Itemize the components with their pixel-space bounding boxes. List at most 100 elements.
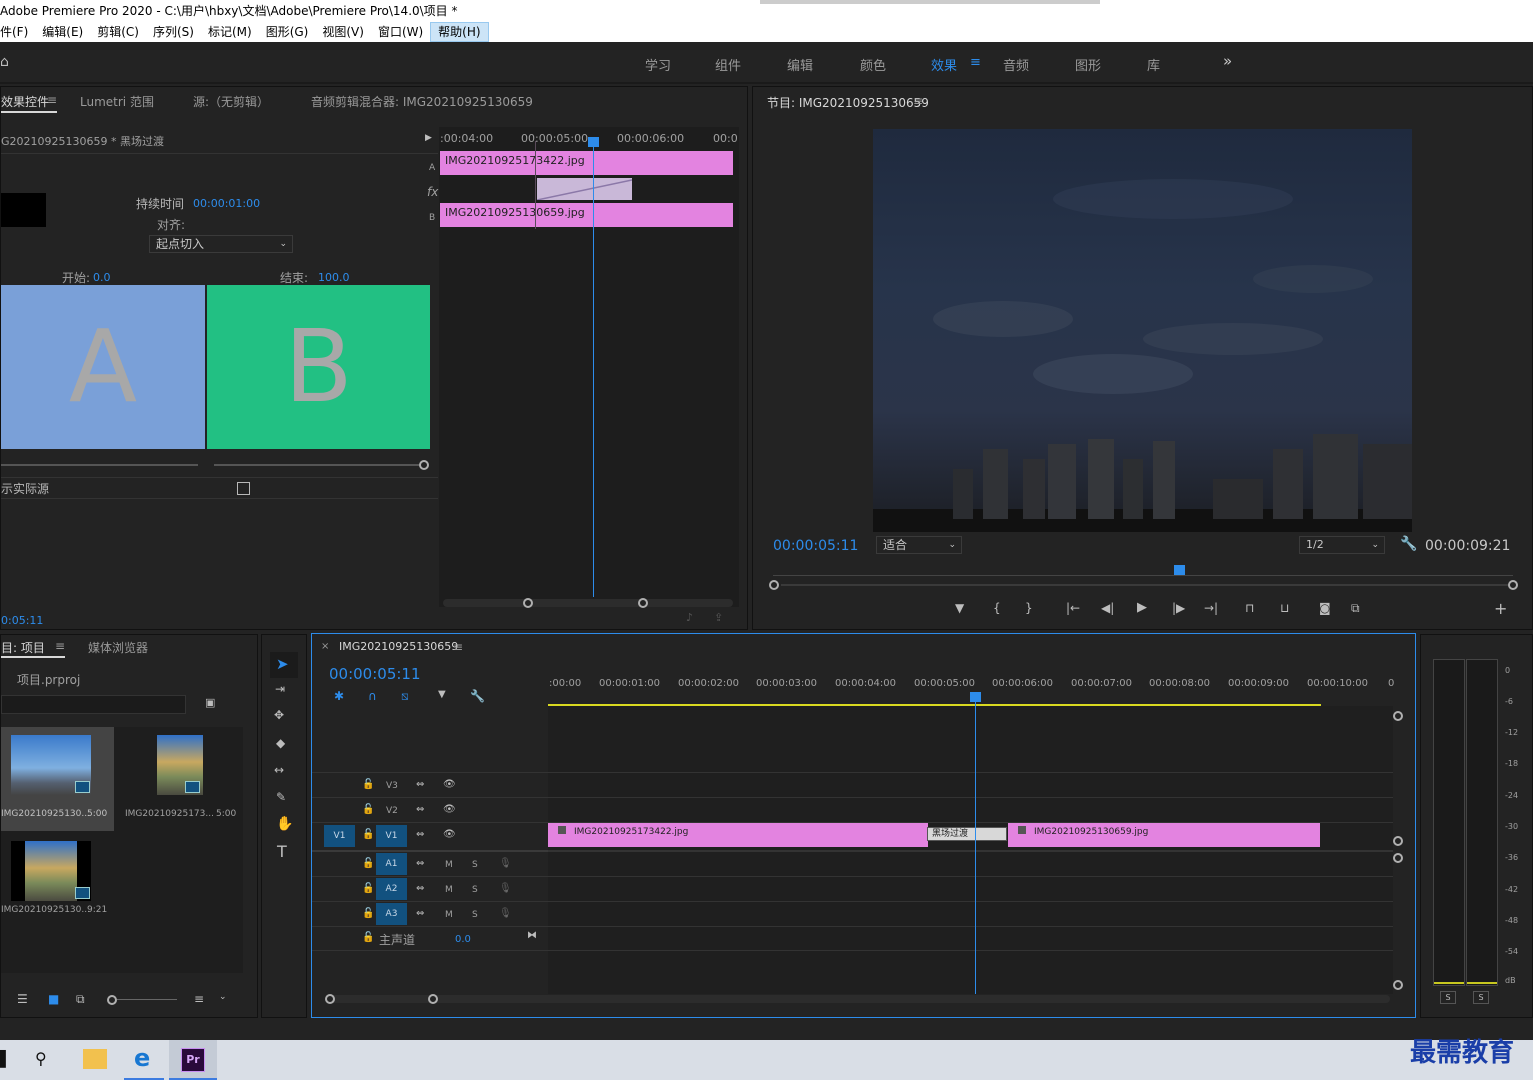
- duration-value[interactable]: 00:00:01:00: [193, 197, 260, 210]
- vscroll-bottom-handle[interactable]: [1393, 980, 1403, 990]
- lift-icon[interactable]: ⊓: [1245, 601, 1254, 615]
- add-button-icon[interactable]: +: [1494, 599, 1507, 618]
- tab-source[interactable]: 源:（无剪辑）: [193, 93, 269, 110]
- end-value[interactable]: 100.0: [318, 271, 350, 284]
- solo-button[interactable]: S: [472, 910, 478, 920]
- home-icon[interactable]: ⌂: [0, 54, 9, 70]
- program-zoom-start-handle[interactable]: [769, 580, 779, 590]
- workspace-tab-graphics[interactable]: 图形: [1075, 55, 1101, 74]
- lock-icon[interactable]: 🔓: [362, 804, 374, 815]
- chevron-down-icon[interactable]: ⌄: [219, 992, 227, 1002]
- mute-button[interactable]: M: [445, 885, 453, 895]
- go-to-end-icon[interactable]: ⧓: [527, 930, 537, 941]
- premiere-taskbar-button[interactable]: Pr: [169, 1040, 217, 1080]
- menu-graphics[interactable]: 图形(G): [259, 22, 316, 42]
- go-to-in-icon[interactable]: |←: [1066, 601, 1080, 615]
- tab-effect-controls[interactable]: 效果控件: [1, 93, 49, 110]
- add-marker-icon[interactable]: ▼: [438, 689, 446, 700]
- step-back-icon[interactable]: ◀|: [1101, 601, 1114, 615]
- track-select-tool-icon[interactable]: ⇥: [275, 682, 285, 696]
- tab-audio-clip-mixer[interactable]: 音频剪辑混合器: IMG20210925130659: [311, 93, 533, 110]
- timeline-track-area[interactable]: IMG20210925173422.jpg 黑场过渡 IMG2021092513…: [548, 700, 1393, 994]
- step-forward-icon[interactable]: |▶: [1172, 601, 1185, 615]
- end-slider-handle[interactable]: [419, 460, 429, 470]
- microphone-icon[interactable]: 🎙: [499, 883, 512, 894]
- timeline-settings-wrench-icon[interactable]: 🔧: [470, 689, 485, 703]
- workspace-tab-learn[interactable]: 学习: [645, 55, 671, 74]
- workspace-menu-icon[interactable]: ≡: [970, 55, 981, 70]
- edge-browser-icon[interactable]: e: [134, 1044, 150, 1072]
- lock-icon[interactable]: 🔓: [362, 829, 374, 840]
- tab-lumetri-scopes[interactable]: Lumetri 范围: [80, 93, 154, 110]
- mini-scroll-start-handle[interactable]: [523, 598, 533, 608]
- sort-icon[interactable]: ≡: [194, 992, 204, 1006]
- mini-scroll-end-handle[interactable]: [638, 598, 648, 608]
- workspace-tab-libraries[interactable]: 库: [1147, 55, 1160, 74]
- program-zoom-bar[interactable]: [781, 584, 1509, 586]
- track-v3-label[interactable]: V3: [386, 781, 398, 791]
- wrench-icon[interactable]: 🔧: [1400, 536, 1417, 552]
- workspace-tab-editing[interactable]: 编辑: [787, 55, 813, 74]
- mini-timeline-scrollbar[interactable]: [443, 599, 733, 607]
- mute-button[interactable]: M: [445, 910, 453, 920]
- lock-icon[interactable]: 🔓: [362, 908, 374, 919]
- solo-button[interactable]: S: [472, 885, 478, 895]
- go-to-out-icon[interactable]: →|: [1204, 601, 1218, 615]
- mini-clip-a[interactable]: IMG20210925173422.jpg: [440, 151, 733, 175]
- close-tab-icon[interactable]: ×: [321, 641, 329, 652]
- program-time-ruler[interactable]: [773, 565, 1513, 579]
- tab-media-browser[interactable]: 媒体浏览器: [88, 639, 148, 656]
- menu-file[interactable]: 件(F): [0, 22, 35, 42]
- new-bin-icon[interactable]: ▣: [205, 696, 215, 709]
- add-marker-icon[interactable]: ▼: [955, 601, 964, 615]
- panel-menu-icon[interactable]: ≡: [47, 93, 57, 107]
- mute-button[interactable]: M: [445, 860, 453, 870]
- preview-a[interactable]: A: [1, 285, 205, 449]
- microphone-icon[interactable]: 🎙: [499, 858, 512, 869]
- selection-tool-icon[interactable]: ➤: [276, 655, 289, 673]
- slip-tool-icon[interactable]: ↔: [274, 763, 284, 777]
- timeline-clip-1[interactable]: IMG20210925173422.jpg: [548, 823, 928, 847]
- sync-lock-icon[interactable]: ⇔: [416, 829, 424, 840]
- master-volume-value[interactable]: 0.0: [455, 934, 471, 945]
- effect-controls-timecode[interactable]: 0:05:11: [1, 614, 43, 627]
- start-slider[interactable]: [1, 464, 198, 466]
- menu-window[interactable]: 窗口(W): [371, 22, 430, 42]
- lock-icon[interactable]: 🔓: [362, 932, 374, 943]
- track-target-a2[interactable]: A2: [376, 878, 407, 900]
- show-actual-sources-checkbox[interactable]: [237, 482, 250, 495]
- ripple-edit-tool-icon[interactable]: ✥: [274, 708, 284, 722]
- panel-menu-icon[interactable]: ≡: [913, 94, 923, 108]
- compare-icon[interactable]: ⧉: [1351, 601, 1360, 616]
- workspace-tab-effects[interactable]: 效果: [931, 55, 957, 74]
- workspace-tab-assembly[interactable]: 组件: [715, 55, 741, 74]
- workspace-tab-color[interactable]: 颜色: [860, 55, 886, 74]
- file-explorer-icon[interactable]: [83, 1049, 107, 1069]
- mini-playhead[interactable]: [593, 141, 594, 597]
- solo-button[interactable]: S: [472, 860, 478, 870]
- zoom-slider[interactable]: [117, 999, 177, 1000]
- play-icon[interactable]: ▶: [1137, 600, 1147, 615]
- tab-project[interactable]: 目: 项目: [1, 639, 45, 656]
- track-target-a3[interactable]: A3: [376, 903, 407, 925]
- pen-tool-icon[interactable]: ✎: [276, 790, 286, 804]
- lock-icon[interactable]: 🔓: [362, 883, 374, 894]
- freeform-view-icon[interactable]: ⧉: [76, 992, 85, 1007]
- mini-playhead-head[interactable]: [588, 137, 599, 147]
- solo-left-button[interactable]: S: [1440, 991, 1456, 1004]
- menu-sequence[interactable]: 序列(S): [146, 22, 201, 42]
- sync-lock-icon[interactable]: ⇔: [416, 858, 424, 869]
- fit-dropdown[interactable]: 适合 ⌄: [876, 536, 962, 554]
- timeline-hscrollbar[interactable]: [326, 995, 1390, 1003]
- eye-icon[interactable]: 👁: [443, 804, 456, 815]
- project-item[interactable]: IMG20210925173... 5:00: [115, 727, 243, 831]
- sync-lock-icon[interactable]: ⇔: [416, 804, 424, 815]
- track-v2-label[interactable]: V2: [386, 806, 398, 816]
- type-tool-icon[interactable]: T: [277, 842, 287, 861]
- export-icon[interactable]: ⇪: [714, 611, 723, 624]
- program-playhead[interactable]: [1174, 565, 1185, 575]
- icon-view-icon[interactable]: ■: [48, 992, 59, 1006]
- project-item[interactable]: IMG20210925130... 5:00: [1, 727, 114, 831]
- camera-icon[interactable]: ◙: [1319, 601, 1331, 615]
- source-patch-v1[interactable]: V1: [324, 825, 355, 847]
